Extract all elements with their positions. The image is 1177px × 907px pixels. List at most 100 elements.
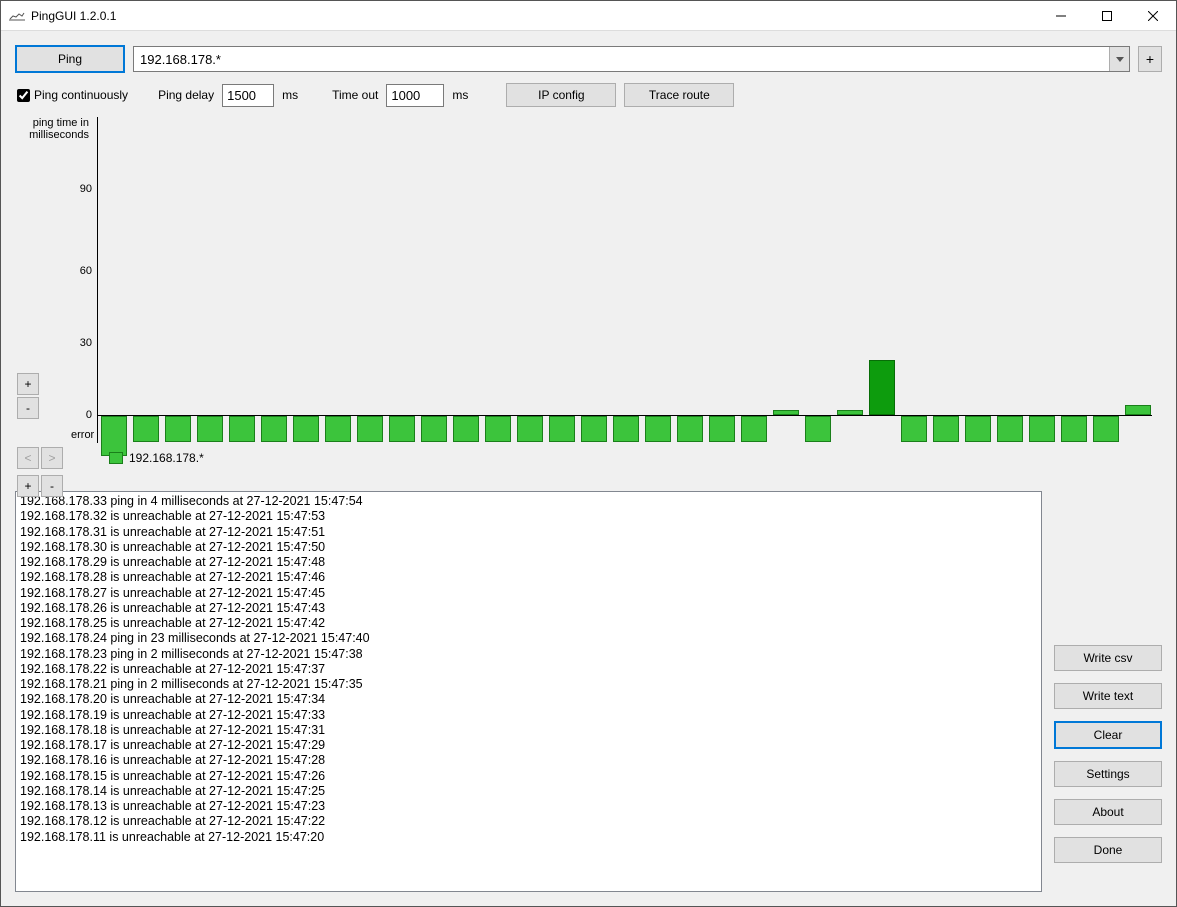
log-line: 192.168.178.22 is unreachable at 27-12-2… [20, 662, 1037, 677]
chart-bar [613, 416, 639, 442]
clear-button[interactable]: Clear [1054, 721, 1162, 749]
chart-tick: 90 [80, 183, 98, 195]
chart-tick: 30 [80, 337, 98, 349]
chart-bar [1125, 405, 1151, 415]
chart-bar [1029, 416, 1055, 442]
log-line: 192.168.178.31 is unreachable at 27-12-2… [20, 525, 1037, 540]
log-line: 192.168.178.12 is unreachable at 27-12-2… [20, 814, 1037, 829]
app-icon [9, 10, 25, 22]
chart-bar [837, 410, 863, 415]
chart-bar [261, 416, 287, 442]
legend-label: 192.168.178.* [129, 451, 204, 465]
ping-chart: ping time inmilliseconds 0 30 60 90 erro… [15, 117, 1162, 477]
log-line: 192.168.178.17 is unreachable at 27-12-2… [20, 738, 1037, 753]
chart-bar [645, 416, 671, 442]
chart-legend: 192.168.178.* [109, 451, 204, 465]
chart-bar [485, 416, 511, 442]
log-line: 192.168.178.27 is unreachable at 27-12-2… [20, 586, 1037, 601]
address-dropdown-icon[interactable] [1109, 47, 1129, 71]
settings-button[interactable]: Settings [1054, 761, 1162, 787]
chart-bar [549, 416, 575, 442]
log-line: 192.168.178.18 is unreachable at 27-12-2… [20, 723, 1037, 738]
log-line: 192.168.178.25 is unreachable at 27-12-2… [20, 616, 1037, 631]
ping-continuously-checkbox[interactable] [17, 89, 30, 102]
chart-bar [197, 416, 223, 442]
close-button[interactable] [1130, 1, 1176, 31]
chart-bar [229, 416, 255, 442]
chart-bar [293, 416, 319, 442]
log-line: 192.168.178.13 is unreachable at 27-12-2… [20, 799, 1037, 814]
ping-continuously-label: Ping continuously [34, 88, 128, 102]
log-line: 192.168.178.15 is unreachable at 27-12-2… [20, 769, 1037, 784]
chart-bar [773, 410, 799, 415]
chart-plus-button[interactable]: + [17, 475, 39, 497]
chart-bar [101, 416, 127, 456]
chart-bar [517, 416, 543, 442]
ping-continuously-option[interactable]: Ping continuously [15, 88, 128, 102]
legend-swatch [109, 452, 123, 464]
log-line: 192.168.178.33 ping in 4 milliseconds at… [20, 494, 1037, 509]
chart-zoom-out-button[interactable]: - [17, 397, 39, 419]
ping-delay-input[interactable] [222, 84, 274, 107]
chart-bar [869, 360, 895, 415]
chart-tick: 60 [80, 265, 98, 277]
chart-bar [357, 416, 383, 442]
ping-delay-unit: ms [282, 88, 298, 102]
chart-minus-button[interactable]: - [41, 475, 63, 497]
chart-bar [453, 416, 479, 442]
traceroute-button[interactable]: Trace route [624, 83, 734, 107]
log-line: 192.168.178.11 is unreachable at 27-12-2… [20, 830, 1037, 845]
about-button[interactable]: About [1054, 799, 1162, 825]
log-line: 192.168.178.20 is unreachable at 27-12-2… [20, 692, 1037, 707]
chart-bar [389, 416, 415, 442]
timeout-label: Time out [332, 88, 378, 102]
chart-bar [165, 416, 191, 442]
log-line: 192.168.178.16 is unreachable at 27-12-2… [20, 753, 1037, 768]
write-text-button[interactable]: Write text [1054, 683, 1162, 709]
chart-bar [421, 416, 447, 442]
chart-bar [581, 416, 607, 442]
log-line: 192.168.178.28 is unreachable at 27-12-2… [20, 570, 1037, 585]
chart-bar [133, 416, 159, 442]
timeout-unit: ms [452, 88, 468, 102]
chart-bar [965, 416, 991, 442]
address-input[interactable] [134, 47, 1109, 71]
log-line: 192.168.178.29 is unreachable at 27-12-2… [20, 555, 1037, 570]
chart-y-label: ping time inmilliseconds [29, 117, 89, 141]
chart-scroll-right-button[interactable]: > [41, 447, 63, 469]
write-csv-button[interactable]: Write csv [1054, 645, 1162, 671]
timeout-input[interactable] [386, 84, 444, 107]
chart-scroll-left-button[interactable]: < [17, 447, 39, 469]
log-line: 192.168.178.24 ping in 23 milliseconds a… [20, 631, 1037, 646]
titlebar: PingGUI 1.2.0.1 [1, 1, 1176, 31]
ping-button[interactable]: Ping [15, 45, 125, 73]
log-line: 192.168.178.32 is unreachable at 27-12-2… [20, 509, 1037, 524]
app-window: PingGUI 1.2.0.1 Ping + Ping continuously [0, 0, 1177, 907]
minimize-button[interactable] [1038, 1, 1084, 31]
log-line: 192.168.178.23 ping in 2 milliseconds at… [20, 647, 1037, 662]
log-line: 192.168.178.19 is unreachable at 27-12-2… [20, 708, 1037, 723]
chart-bar [741, 416, 767, 442]
chart-zoom-in-button[interactable]: + [17, 373, 39, 395]
address-combo[interactable] [133, 46, 1130, 72]
ping-delay-label: Ping delay [158, 88, 214, 102]
maximize-button[interactable] [1084, 1, 1130, 31]
chart-y-axis: 0 30 60 90 [97, 117, 98, 443]
chart-bar [901, 416, 927, 442]
chart-bars [101, 117, 1152, 443]
chart-error-label: error [71, 429, 94, 441]
chart-bar [325, 416, 351, 442]
log-line: 192.168.178.14 is unreachable at 27-12-2… [20, 784, 1037, 799]
chart-bar [677, 416, 703, 442]
chart-bar [805, 416, 831, 442]
window-title: PingGUI 1.2.0.1 [31, 9, 116, 23]
done-button[interactable]: Done [1054, 837, 1162, 863]
chart-bar [1061, 416, 1087, 442]
chart-bar [1093, 416, 1119, 442]
ipconfig-button[interactable]: IP config [506, 83, 616, 107]
log-output[interactable]: 192.168.178.33 ping in 4 milliseconds at… [15, 491, 1042, 892]
add-address-button[interactable]: + [1138, 46, 1162, 72]
chart-bar [933, 416, 959, 442]
chart-bar [997, 416, 1023, 442]
log-line: 192.168.178.26 is unreachable at 27-12-2… [20, 601, 1037, 616]
